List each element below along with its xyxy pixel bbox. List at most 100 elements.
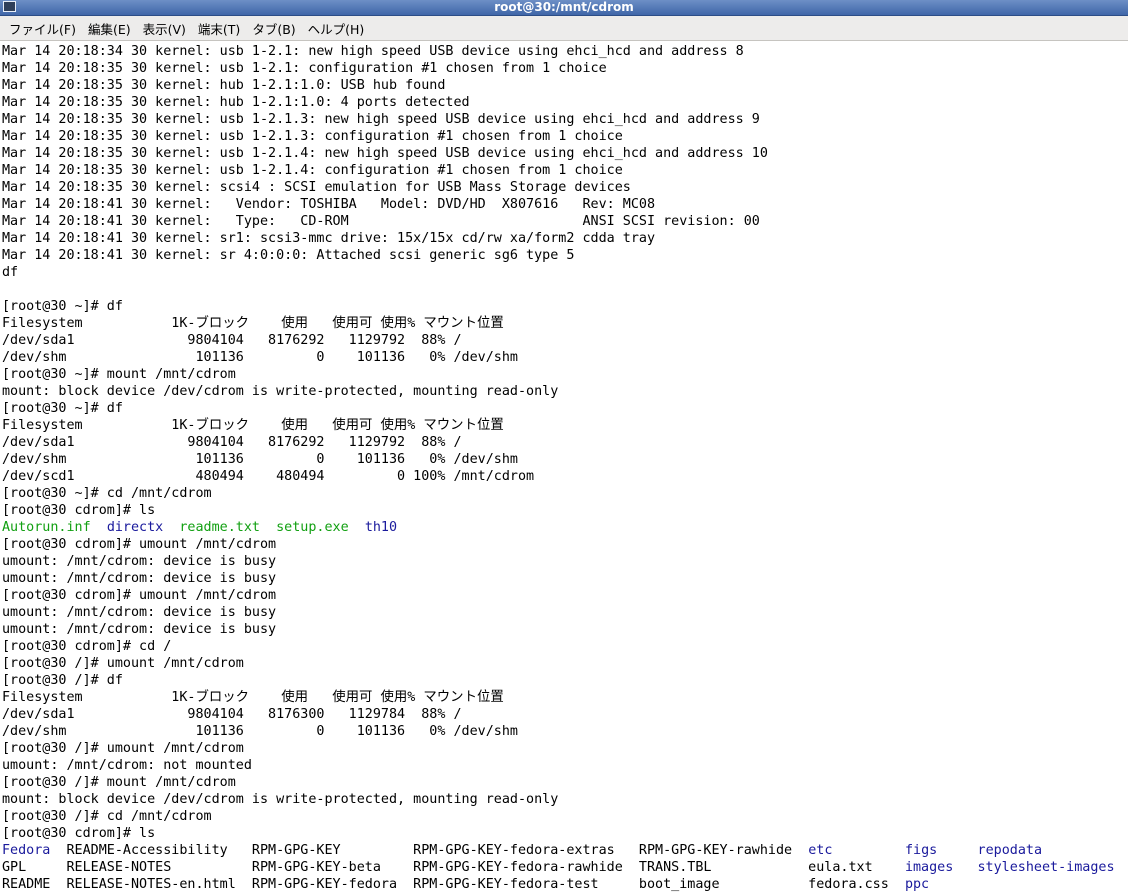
- terminal-line: /dev/scd1 480494 480494 0 100% /mnt/cdro…: [2, 468, 1128, 485]
- terminal-line: umount: /mnt/cdrom: device is busy: [2, 604, 1128, 621]
- terminal-line: README RELEASE-NOTES-en.html RPM-GPG-KEY…: [2, 876, 1128, 893]
- terminal-line: Autorun.inf directx readme.txt setup.exe…: [2, 519, 1128, 536]
- terminal-line: Mar 14 20:18:41 30 kernel: Type: CD-ROM …: [2, 213, 1128, 230]
- terminal-text: [root@30 /]# mount /mnt/cdrom: [2, 775, 236, 790]
- menu-file[interactable]: ファイル(F): [3, 17, 82, 40]
- menu-bar: ファイル(F) 編集(E) 表示(V) 端末(T) タブ(B) ヘルプ(H): [0, 16, 1128, 41]
- directory-entry: images: [904, 860, 954, 875]
- terminal-line: [root@30 cdrom]# ls: [2, 502, 1128, 519]
- terminal-text: mount: block device /dev/cdrom is write-…: [2, 384, 559, 399]
- terminal-text: /dev/shm 101136 0 101136 0% /dev/shm: [2, 452, 518, 467]
- terminal-line: Mar 14 20:18:35 30 kernel: usb 1-2.1.4: …: [2, 162, 1128, 179]
- terminal-output[interactable]: Mar 14 20:18:34 30 kernel: usb 1-2.1: ne…: [0, 41, 1128, 893]
- terminal-text: Mar 14 20:18:41 30 kernel: sr 4:0:0:0: A…: [2, 248, 575, 263]
- executable-entry: setup.exe: [276, 520, 349, 535]
- terminal-line: Mar 14 20:18:35 30 kernel: scsi4 : SCSI …: [2, 179, 1128, 196]
- terminal-line: [root@30 ~]# df: [2, 298, 1128, 315]
- directory-entry: th10: [364, 520, 398, 535]
- terminal-text: [root@30 /]# umount /mnt/cdrom: [2, 656, 244, 671]
- terminal-text: [root@30 cdrom]# ls: [2, 826, 156, 841]
- terminal-line: /dev/sda1 9804104 8176292 1129792 88% /: [2, 332, 1128, 349]
- terminal-line: umount: /mnt/cdrom: not mounted: [2, 757, 1128, 774]
- terminal-line: umount: /mnt/cdrom: device is busy: [2, 621, 1128, 638]
- terminal-line: Mar 14 20:18:35 30 kernel: hub 1-2.1:1.0…: [2, 94, 1128, 111]
- terminal-line: Filesystem 1K-ブロック 使用 使用可 使用% マウント位置: [2, 315, 1128, 332]
- terminal-line: Mar 14 20:18:41 30 kernel: Vendor: TOSHI…: [2, 196, 1128, 213]
- terminal-text: [root@30 ~]# cd /mnt/cdrom: [2, 486, 212, 501]
- terminal-text: Filesystem 1K-ブロック 使用 使用可 使用% マウント位置: [2, 690, 504, 705]
- terminal-text: [root@30 /]# df: [2, 673, 123, 688]
- menu-terminal[interactable]: 端末(T): [192, 17, 246, 40]
- terminal-text: /dev/shm 101136 0 101136 0% /dev/shm: [2, 724, 518, 739]
- terminal-line: Mar 14 20:18:35 30 kernel: usb 1-2.1.3: …: [2, 111, 1128, 128]
- menu-tabs[interactable]: タブ(B): [246, 17, 301, 40]
- terminal-line: [root@30 cdrom]# cd /: [2, 638, 1128, 655]
- terminal-text: README RELEASE-NOTES-en.html RPM-GPG-KEY…: [2, 877, 905, 892]
- terminal-text: umount: /mnt/cdrom: device is busy: [2, 605, 277, 620]
- terminal-text: [root@30 ~]# mount /mnt/cdrom: [2, 367, 236, 382]
- terminal-text: [root@30 /]# umount /mnt/cdrom: [2, 741, 244, 756]
- terminal-text: Mar 14 20:18:34 30 kernel: usb 1-2.1: ne…: [2, 44, 744, 59]
- terminal-text: Mar 14 20:18:35 30 kernel: usb 1-2.1.3: …: [2, 112, 760, 127]
- terminal-text: mount: block device /dev/cdrom is write-…: [2, 792, 559, 807]
- terminal-text: Mar 14 20:18:35 30 kernel: usb 1-2.1.4: …: [2, 163, 623, 178]
- terminal-text: Mar 14 20:18:35 30 kernel: usb 1-2.1.4: …: [2, 146, 768, 161]
- menu-edit[interactable]: 編集(E): [82, 17, 137, 40]
- terminal-text: Mar 14 20:18:35 30 kernel: usb 1-2.1: co…: [2, 61, 607, 76]
- terminal-icon[interactable]: [3, 1, 16, 12]
- terminal-text: [root@30 cdrom]# umount /mnt/cdrom: [2, 588, 277, 603]
- terminal-line: [root@30 cdrom]# umount /mnt/cdrom: [2, 536, 1128, 553]
- terminal-line: Filesystem 1K-ブロック 使用 使用可 使用% マウント位置: [2, 417, 1128, 434]
- terminal-line: [root@30 /]# umount /mnt/cdrom: [2, 655, 1128, 672]
- terminal-text: /dev/sda1 9804104 8176292 1129792 88% /: [2, 435, 462, 450]
- terminal-text: umount: /mnt/cdrom: device is busy: [2, 622, 277, 637]
- terminal-line: /dev/shm 101136 0 101136 0% /dev/shm: [2, 349, 1128, 366]
- terminal-line: /dev/sda1 9804104 8176300 1129784 88% /: [2, 706, 1128, 723]
- terminal-text: Mar 14 20:18:41 30 kernel: sr1: scsi3-mm…: [2, 231, 656, 246]
- terminal-line: umount: /mnt/cdrom: device is busy: [2, 553, 1128, 570]
- executable-entry: Autorun.inf: [2, 520, 91, 535]
- terminal-line: mount: block device /dev/cdrom is write-…: [2, 791, 1128, 808]
- terminal-text: [root@30 cdrom]# ls: [2, 503, 156, 518]
- terminal-line: Fedora README-Accessibility RPM-GPG-KEY …: [2, 842, 1128, 859]
- terminal-line: [root@30 /]# cd /mnt/cdrom: [2, 808, 1128, 825]
- terminal-line: Mar 14 20:18:35 30 kernel: usb 1-2.1.3: …: [2, 128, 1128, 145]
- terminal-text: umount: /mnt/cdrom: not mounted: [2, 758, 252, 773]
- terminal-line: Mar 14 20:18:34 30 kernel: usb 1-2.1: ne…: [2, 43, 1128, 60]
- window-title: root@30:/mnt/cdrom: [494, 0, 634, 14]
- terminal-line: mount: block device /dev/cdrom is write-…: [2, 383, 1128, 400]
- executable-entry: readme.txt: [179, 520, 260, 535]
- terminal-text: Mar 14 20:18:35 30 kernel: hub 1-2.1:1.0…: [2, 95, 470, 110]
- title-bar: root@30:/mnt/cdrom: [0, 0, 1128, 16]
- directory-entry: etc: [808, 843, 833, 858]
- directory-entry: Fedora: [2, 843, 51, 858]
- terminal-text: /dev/shm 101136 0 101136 0% /dev/shm: [2, 350, 518, 365]
- terminal-text: df: [2, 265, 19, 280]
- directory-entry: ppc: [904, 877, 930, 892]
- terminal-text: /dev/sda1 9804104 8176300 1129784 88% /: [2, 707, 462, 722]
- menu-help[interactable]: ヘルプ(H): [302, 17, 371, 40]
- directory-entry: repodata: [977, 843, 1043, 858]
- terminal-text: /dev/scd1 480494 480494 0 100% /mnt/cdro…: [2, 469, 535, 484]
- terminal-text: Filesystem 1K-ブロック 使用 使用可 使用% マウント位置: [2, 316, 504, 331]
- terminal-text: Mar 14 20:18:35 30 kernel: hub 1-2.1:1.0…: [2, 78, 446, 93]
- terminal-line: [root@30 ~]# df: [2, 400, 1128, 417]
- menu-view[interactable]: 表示(V): [137, 17, 192, 40]
- terminal-line: df: [2, 264, 1128, 281]
- terminal-line: Mar 14 20:18:35 30 kernel: usb 1-2.1: co…: [2, 60, 1128, 77]
- terminal-line: /dev/sda1 9804104 8176292 1129792 88% /: [2, 434, 1128, 451]
- terminal-text: [root@30 ~]# df: [2, 401, 123, 416]
- terminal-line: [root@30 /]# mount /mnt/cdrom: [2, 774, 1128, 791]
- terminal-line: /dev/shm 101136 0 101136 0% /dev/shm: [2, 451, 1128, 468]
- terminal-text: README-Accessibility RPM-GPG-KEY RPM-GPG…: [50, 843, 809, 858]
- directory-entry: directx: [106, 520, 164, 535]
- terminal-line: [root@30 cdrom]# ls: [2, 825, 1128, 842]
- terminal-line: Mar 14 20:18:41 30 kernel: sr 4:0:0:0: A…: [2, 247, 1128, 264]
- terminal-text: GPL RELEASE-NOTES RPM-GPG-KEY-beta RPM-G…: [2, 860, 905, 875]
